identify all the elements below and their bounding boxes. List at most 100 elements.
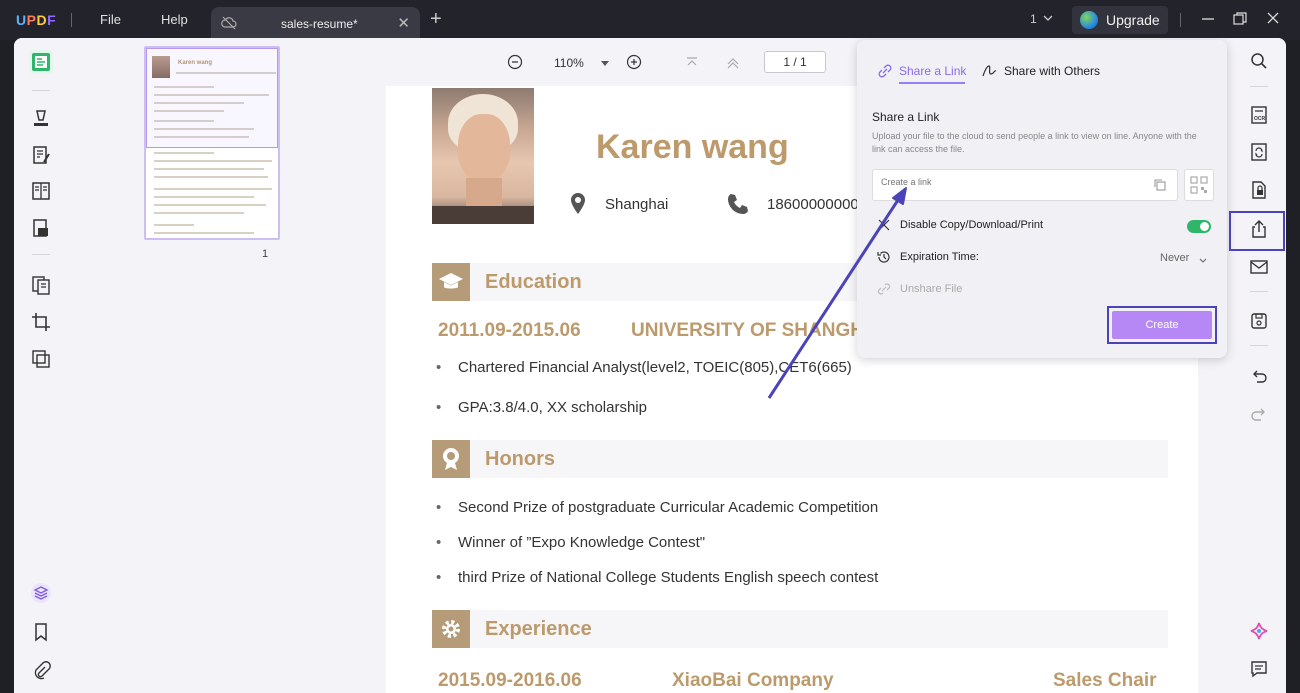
previous-page-icon[interactable] bbox=[725, 54, 741, 75]
cloud-off-icon bbox=[221, 16, 237, 35]
award-icon bbox=[432, 440, 470, 478]
undo-icon[interactable] bbox=[1247, 364, 1271, 388]
ocr-icon[interactable]: OCR bbox=[1247, 103, 1271, 127]
upgrade-button[interactable]: Upgrade bbox=[1072, 6, 1168, 34]
globe-icon bbox=[1080, 11, 1098, 29]
convert-icon[interactable] bbox=[1247, 140, 1271, 164]
create-button[interactable]: Create bbox=[1112, 311, 1212, 339]
page-thumbnail[interactable]: Karen wang bbox=[144, 46, 280, 240]
honors-bullet: Second Prize of postgraduate Curricular … bbox=[436, 499, 878, 516]
app-logo: UPDF bbox=[16, 12, 57, 28]
tab-share-link[interactable]: Share a Link bbox=[899, 64, 966, 78]
honors-section-header: Honors bbox=[432, 440, 1168, 478]
thumbnail-line bbox=[154, 204, 266, 206]
gear-icon bbox=[432, 610, 470, 648]
qr-code-icon[interactable] bbox=[1184, 169, 1214, 201]
redo-icon[interactable] bbox=[1247, 402, 1271, 426]
education-title: Education bbox=[485, 271, 582, 293]
zoom-level[interactable]: 110% bbox=[554, 56, 584, 70]
thumbnail-line bbox=[154, 196, 254, 198]
layers-icon[interactable] bbox=[29, 581, 53, 605]
right-divider bbox=[1250, 291, 1268, 292]
title-bar: UPDF File Help sales-resume* ✕ + 1 Upgra… bbox=[0, 0, 1300, 40]
education-school: UNIVERSITY OF SHANGH bbox=[631, 320, 864, 341]
thumbnail-line bbox=[154, 168, 264, 170]
title-separator bbox=[71, 13, 72, 27]
expiration-label: Expiration Time: bbox=[900, 251, 979, 263]
thumbnail-panel: Karen wang 1 bbox=[68, 38, 368, 693]
chevron-down-icon[interactable] bbox=[1198, 253, 1208, 271]
comments-list-icon[interactable] bbox=[1247, 657, 1271, 681]
organize-pages-icon[interactable] bbox=[29, 273, 53, 297]
experience-role: Sales Chair bbox=[1053, 670, 1157, 691]
email-icon[interactable] bbox=[1247, 255, 1271, 279]
resume-phone: 18600000000 bbox=[767, 196, 859, 213]
unshare-file-button[interactable]: Unshare File bbox=[900, 283, 962, 295]
bookmark-icon[interactable] bbox=[29, 620, 53, 644]
search-icon[interactable] bbox=[1247, 49, 1271, 73]
experience-section-header: Experience bbox=[432, 610, 1168, 648]
zoom-dropdown-icon[interactable] bbox=[600, 55, 610, 73]
app-body: Karen wang 1 110% 1 / 1 Karen wang Shang… bbox=[14, 38, 1286, 693]
expiration-select[interactable]: Never bbox=[1160, 252, 1189, 264]
edit-pdf-icon[interactable] bbox=[29, 143, 53, 167]
menu-file[interactable]: File bbox=[100, 12, 121, 27]
form-icon[interactable] bbox=[29, 179, 53, 203]
education-bullet: GPA:3.8/4.0, XX scholarship bbox=[436, 399, 647, 416]
disable-copy-toggle[interactable] bbox=[1187, 220, 1211, 233]
menu-help[interactable]: Help bbox=[161, 12, 188, 27]
phone-icon bbox=[726, 192, 750, 221]
education-bullet: Chartered Financial Analyst(level2, TOEI… bbox=[436, 359, 852, 376]
reader-mode-icon[interactable] bbox=[29, 50, 53, 74]
thumbnail-line bbox=[154, 212, 244, 214]
unlink-icon bbox=[877, 282, 891, 301]
ai-assistant-icon[interactable] bbox=[1247, 619, 1271, 643]
protect-icon[interactable] bbox=[1247, 178, 1271, 202]
thumbnail-page-number: 1 bbox=[262, 248, 269, 260]
left-divider bbox=[32, 90, 50, 91]
experience-title: Experience bbox=[485, 618, 592, 640]
save-icon[interactable] bbox=[1247, 309, 1271, 333]
document-tab[interactable]: sales-resume* ✕ bbox=[211, 7, 420, 40]
comment-icon[interactable] bbox=[29, 106, 53, 130]
link-field[interactable] bbox=[872, 169, 1178, 201]
honors-bullet: third Prize of National College Students… bbox=[436, 569, 878, 586]
close-window-icon[interactable] bbox=[1265, 10, 1281, 33]
tab-share-others[interactable]: Share with Others bbox=[1004, 64, 1100, 78]
thumbnail-line bbox=[154, 224, 194, 226]
close-tab-icon[interactable]: ✕ bbox=[397, 14, 410, 32]
left-toolbar bbox=[14, 38, 68, 693]
disable-copy-label: Disable Copy/Download/Print bbox=[900, 219, 1044, 231]
profile-photo bbox=[432, 88, 534, 224]
fill-sign-icon[interactable] bbox=[29, 216, 53, 240]
share-link-heading: Share a Link bbox=[872, 110, 940, 124]
zoom-in-icon[interactable] bbox=[626, 54, 642, 75]
thumbnail-line bbox=[154, 188, 272, 190]
create-button-highlight: Create bbox=[1107, 306, 1217, 344]
signature-icon bbox=[981, 64, 999, 83]
share-popup: Share a Link Share with Others Share a L… bbox=[857, 40, 1227, 358]
tab-title: sales-resume* bbox=[281, 17, 358, 31]
education-years: 2011.09-2015.06 bbox=[438, 320, 581, 341]
link-icon bbox=[877, 64, 893, 83]
new-tab-icon[interactable]: + bbox=[430, 9, 442, 29]
upgrade-label: Upgrade bbox=[1106, 12, 1160, 28]
copy-icon[interactable] bbox=[1153, 178, 1167, 197]
chevron-down-icon[interactable] bbox=[1042, 11, 1054, 29]
attachment-icon[interactable] bbox=[29, 658, 53, 682]
honors-title: Honors bbox=[485, 448, 555, 470]
first-page-icon[interactable] bbox=[684, 54, 700, 75]
zoom-out-icon[interactable] bbox=[507, 54, 523, 75]
honors-bullet: Winner of ”Expo Knowledge Contest" bbox=[436, 534, 705, 551]
crop-icon[interactable] bbox=[29, 310, 53, 334]
window-count[interactable]: 1 bbox=[1030, 12, 1037, 26]
active-tab-indicator bbox=[899, 82, 965, 84]
page-tools-icon[interactable] bbox=[29, 347, 53, 371]
page-number-input[interactable]: 1 / 1 bbox=[764, 51, 826, 73]
minimize-icon[interactable] bbox=[1200, 10, 1216, 33]
resume-name: Karen wang bbox=[596, 128, 789, 166]
experience-years: 2015.09-2016.06 bbox=[438, 670, 582, 691]
restore-icon[interactable] bbox=[1232, 10, 1248, 33]
thumbnail-line bbox=[154, 176, 268, 178]
link-input[interactable] bbox=[881, 177, 1131, 187]
